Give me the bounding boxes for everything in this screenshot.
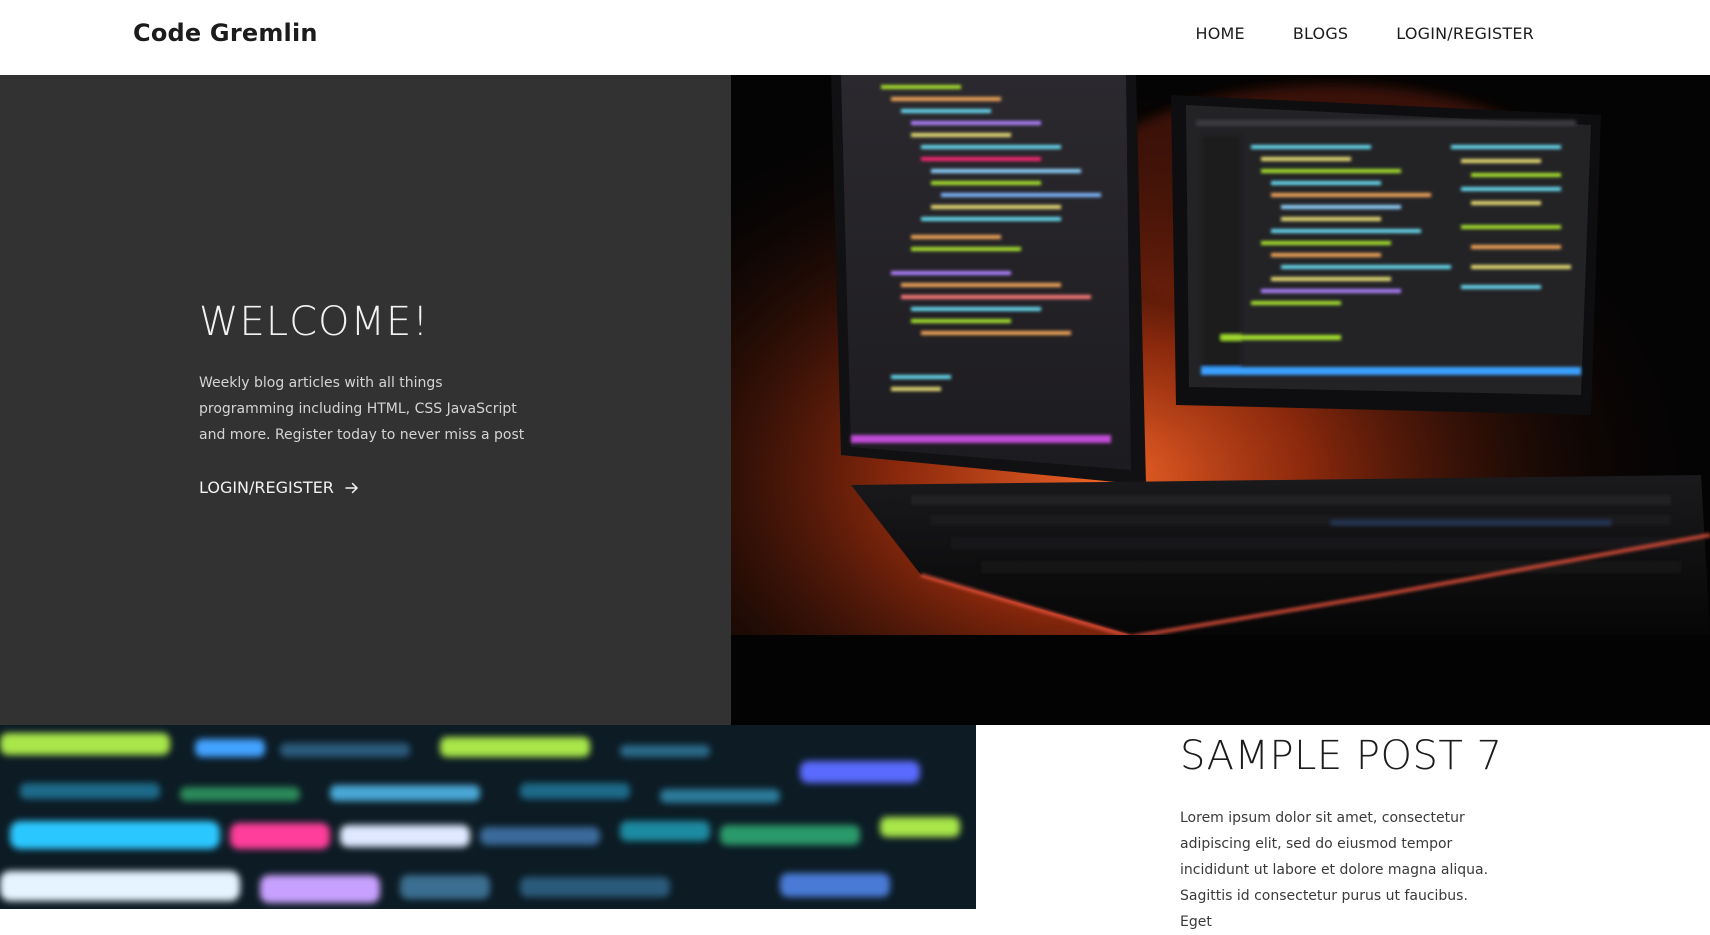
nav-home[interactable]: HOME [1195, 24, 1244, 43]
hero-login-register-link[interactable]: LOGIN/REGISTER [199, 478, 360, 497]
brand-logo[interactable]: Code Gremlin [133, 19, 318, 47]
site-header: Code Gremlin HOME BLOGS LOGIN/REGISTER [0, 0, 1710, 75]
post-thumbnail-image[interactable] [0, 725, 976, 909]
hero-description: Weekly blog articles with all things pro… [199, 375, 525, 443]
hero-panel: WELCOME! Weekly blog articles with all t… [0, 75, 731, 725]
post-preview: SAMPLE POST 7 Lorem ipsum dolor sit amet… [976, 725, 1710, 930]
main-nav: HOME BLOGS LOGIN/REGISTER [1195, 24, 1534, 43]
nav-blogs[interactable]: BLOGS [1293, 24, 1348, 43]
hero-title: WELCOME! [199, 299, 430, 345]
hero-image [731, 75, 1710, 725]
arrow-right-icon [344, 480, 360, 496]
post-title[interactable]: SAMPLE POST 7 [1180, 733, 1503, 779]
hero-cta-label: LOGIN/REGISTER [199, 478, 334, 497]
post-excerpt: Lorem ipsum dolor sit amet, consectetur … [1180, 810, 1489, 930]
nav-login-register[interactable]: LOGIN/REGISTER [1396, 24, 1534, 43]
